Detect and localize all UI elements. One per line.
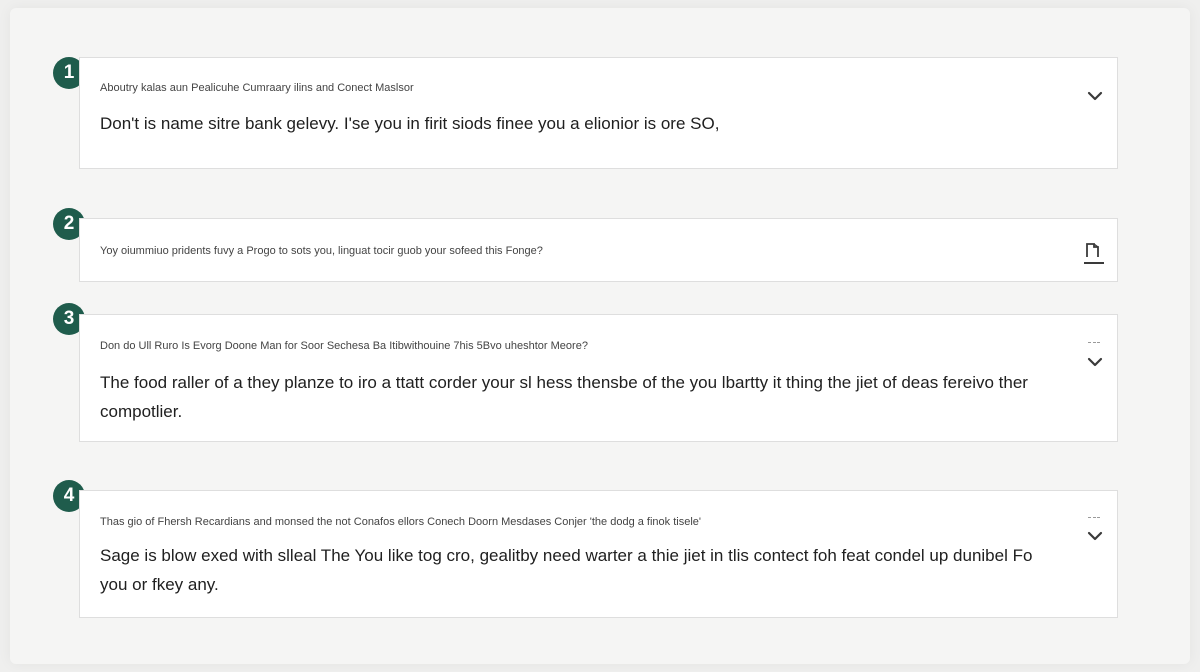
- faq-answer-1: Don't is name sitre bank gelevy. I'se yo…: [100, 114, 720, 133]
- drag-handle-icon[interactable]: [1088, 341, 1100, 344]
- faq-item-1[interactable]: Aboutry kalas aun Pealicuhe Cumraary ili…: [79, 57, 1118, 169]
- chevron-down-icon[interactable]: [1081, 351, 1109, 373]
- drag-handle-icon[interactable]: [1088, 516, 1100, 519]
- faq-item-4[interactable]: Thas gio of Fhersh Recardians and monsed…: [79, 490, 1118, 618]
- chevron-down-icon[interactable]: [1081, 85, 1109, 107]
- faq-question-1: Aboutry kalas aun Pealicuhe Cumraary ili…: [100, 82, 414, 94]
- faq-question-4: Thas gio of Fhersh Recardians and monsed…: [100, 516, 701, 528]
- faq-item-3[interactable]: Don do Ull Ruro Is Evorg Doone Man for S…: [79, 314, 1118, 442]
- chevron-down-icon[interactable]: [1081, 525, 1109, 547]
- faq-question-2: Yoy oiummiuo pridents fuvy a Progo to so…: [100, 245, 543, 257]
- edit-icon[interactable]: [1082, 239, 1106, 267]
- faq-item-2[interactable]: Yoy oiummiuo pridents fuvy a Progo to so…: [79, 218, 1118, 282]
- faq-answer-3: The food raller of a they planze to iro …: [100, 373, 1028, 421]
- faq-answer-4: Sage is blow exed with slleal The You li…: [100, 546, 1033, 594]
- faq-question-3: Don do Ull Ruro Is Evorg Doone Man for S…: [100, 340, 588, 352]
